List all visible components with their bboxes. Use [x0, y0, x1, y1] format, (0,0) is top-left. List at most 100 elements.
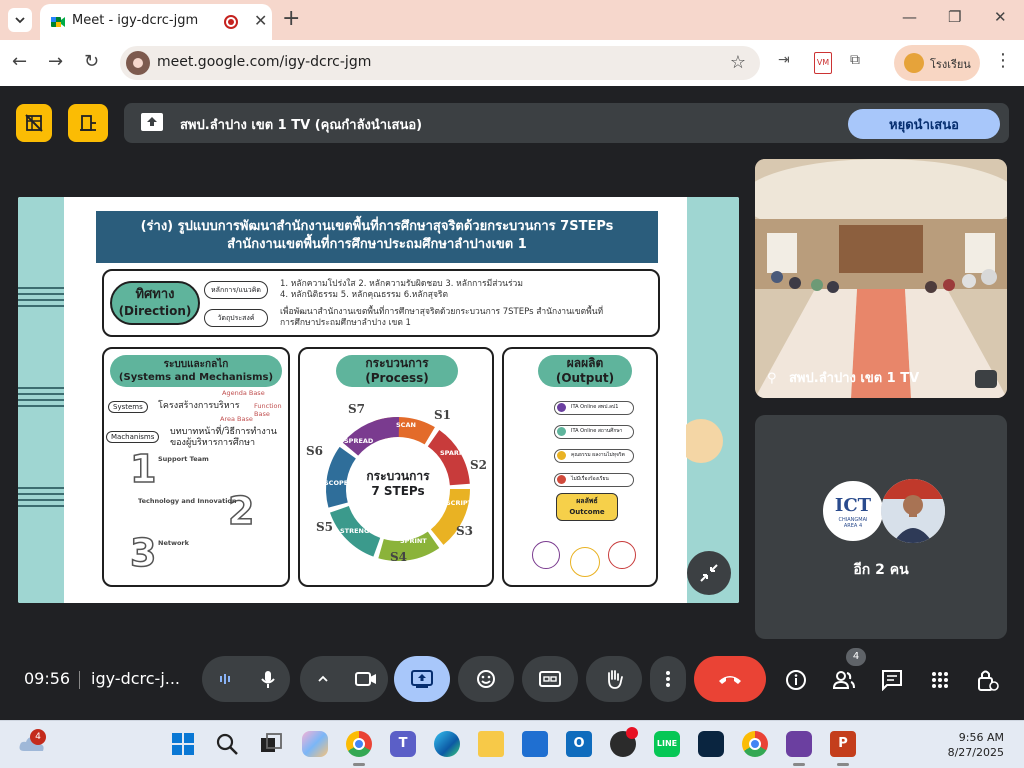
copilot-app[interactable]	[302, 731, 328, 757]
teams-icon: T	[398, 736, 408, 751]
extension-vm-icon[interactable]: VM	[814, 52, 832, 74]
output-heading: ผลผลิต (Output)	[538, 355, 632, 387]
step-word-sprint: SPRINT	[400, 537, 427, 545]
emoji-icon	[477, 670, 495, 688]
host-controls-button[interactable]	[976, 668, 1000, 692]
bookmark-star-icon[interactable]: ☆	[730, 52, 746, 73]
video-options-button[interactable]	[300, 656, 346, 702]
camera-button[interactable]	[344, 656, 388, 702]
collapse-presentation-button[interactable]	[687, 551, 731, 595]
systems-th: ระบบและกลไก	[163, 359, 229, 370]
pin-icon[interactable]: ⚲	[767, 371, 777, 386]
meeting-details-button[interactable]	[784, 668, 808, 692]
edge-app[interactable]	[434, 731, 460, 757]
people-icon	[832, 671, 855, 689]
chrome-profile-icon	[749, 738, 761, 750]
agenda-base: Agenda Base	[222, 389, 265, 397]
restore-icon[interactable]: ❐	[948, 8, 961, 26]
more-participants-tile[interactable]: ICT CHIANGMAI AREA 4 อีก 2 คน	[755, 415, 1007, 639]
tab-search-button[interactable]	[8, 8, 32, 32]
chrome-app[interactable]	[346, 731, 372, 757]
output-item-2: ITA Online สถานศึกษา	[554, 425, 634, 439]
recording-indicator-icon	[224, 15, 238, 29]
pdf-app[interactable]	[786, 731, 812, 757]
task-view-icon	[261, 733, 282, 752]
chat-button[interactable]	[880, 668, 904, 692]
profile-label: โรงเรียน	[930, 58, 971, 71]
search-icon	[216, 733, 238, 755]
extensions-puzzle-icon[interactable]: ⧉	[850, 52, 860, 74]
back-button[interactable]: ←	[12, 51, 27, 72]
chrome-profile-app[interactable]	[742, 731, 768, 757]
forward-button[interactable]: →	[48, 51, 63, 72]
picture-in-picture-icon[interactable]	[975, 370, 997, 388]
browser-tab-meet[interactable]: Meet - igy-dcrc-jgm ✕	[40, 4, 272, 40]
avatar-ict: ICT CHIANGMAI AREA 4	[821, 479, 885, 543]
process-center: กระบวนการ 7 STEPs	[350, 469, 446, 499]
minimize-icon[interactable]: —	[902, 8, 917, 26]
close-window-icon[interactable]: ✕	[994, 8, 1007, 26]
number-3: 3	[129, 530, 157, 576]
stop-presenting-button[interactable]: หยุดนำเสนอ	[848, 109, 1000, 139]
step-s6: S6	[306, 444, 324, 458]
system-time: 9:56 AM	[958, 731, 1004, 744]
reactions-button[interactable]	[458, 656, 514, 702]
browser-menu-icon[interactable]: ⋮	[994, 50, 1012, 71]
people-button[interactable]	[832, 668, 856, 692]
output-item-1-label: ITA Online สพป.ลป1	[571, 404, 619, 410]
chrome-active-indicator	[353, 763, 365, 766]
start-button[interactable]	[170, 731, 196, 757]
site-info-icon[interactable]	[126, 51, 150, 75]
store-app[interactable]	[522, 731, 548, 757]
webex-app[interactable]	[698, 731, 724, 757]
raise-hand-button[interactable]	[586, 656, 642, 702]
tech-innovation: Technology and Innovation	[138, 497, 237, 505]
step-word-strengthen: STRENGTHEN	[340, 527, 389, 535]
recording-dot-icon	[626, 727, 638, 739]
slide-right-band	[679, 197, 739, 603]
presented-slide: (ร่าง) รูปแบบการพัฒนาสำนักงานเขตพื้นที่ก…	[18, 197, 739, 603]
camera-off-toggle[interactable]	[16, 104, 52, 142]
powerpoint-app[interactable]: P	[830, 731, 856, 757]
output-column: ผลผลิต (Output) ITA Online สพป.ลป1 ITA O…	[502, 347, 658, 587]
tab-close-icon[interactable]: ✕	[254, 11, 267, 30]
url-text[interactable]: meet.google.com/igy-dcrc-jgm	[157, 54, 371, 70]
participant-video-tile[interactable]: ⚲ สพป.ลำปาง เขต 1 TV	[755, 159, 1007, 398]
exit-companion-button[interactable]	[68, 104, 108, 142]
outcome-en: Outcome	[569, 508, 605, 516]
leave-call-button[interactable]	[694, 656, 766, 702]
meeting-code[interactable]: igy-dcrc-j...	[91, 669, 180, 688]
new-tab-button[interactable]: +	[282, 6, 300, 31]
file-explorer-app[interactable]	[478, 731, 504, 757]
info-icon	[786, 670, 806, 690]
line-app[interactable]: LINE	[654, 731, 680, 757]
taskbar-search[interactable]	[214, 731, 240, 757]
address-bar-row: ← → ↻ meet.google.com/igy-dcrc-jgm ☆ ⇥ V…	[0, 40, 1024, 86]
task-view[interactable]	[258, 731, 284, 757]
activities-button[interactable]	[928, 668, 952, 692]
profile-button[interactable]: โรงเรียน	[894, 45, 980, 81]
hang-up-icon	[719, 676, 741, 684]
profile-avatar	[904, 53, 924, 73]
omnibox[interactable]: meet.google.com/igy-dcrc-jgm ☆	[120, 46, 760, 80]
teams-app[interactable]: T	[390, 731, 416, 757]
more-options-button[interactable]	[650, 656, 686, 702]
slide-title: (ร่าง) รูปแบบการพัฒนาสำนักงานเขตพื้นที่ก…	[96, 211, 658, 263]
area-base: Area Base	[220, 415, 253, 423]
more-participants-label: อีก 2 คน	[853, 562, 909, 578]
objective-line-2: การศึกษาประถมศึกษาลำปาง เขต 1	[280, 318, 411, 328]
present-icon	[411, 670, 433, 688]
present-now-button[interactable]	[394, 656, 450, 702]
system-clock[interactable]: 9:56 AM 8/27/2025	[948, 730, 1004, 760]
browser-tab-bar: Meet - igy-dcrc-jgm ✕ + — ❐ ✕	[0, 0, 1024, 40]
apps-grid-icon	[932, 672, 948, 688]
present-screen-icon	[141, 113, 163, 131]
extension-arrow-icon[interactable]: ⇥	[778, 52, 790, 74]
reload-button[interactable]: ↻	[84, 51, 99, 72]
microphone-button[interactable]	[246, 656, 290, 702]
audio-settings-button[interactable]	[202, 656, 248, 702]
outlook-app[interactable]: O	[566, 731, 592, 757]
obs-app[interactable]	[610, 727, 638, 757]
direction-en: (Direction)	[118, 304, 192, 318]
captions-button[interactable]	[522, 656, 578, 702]
